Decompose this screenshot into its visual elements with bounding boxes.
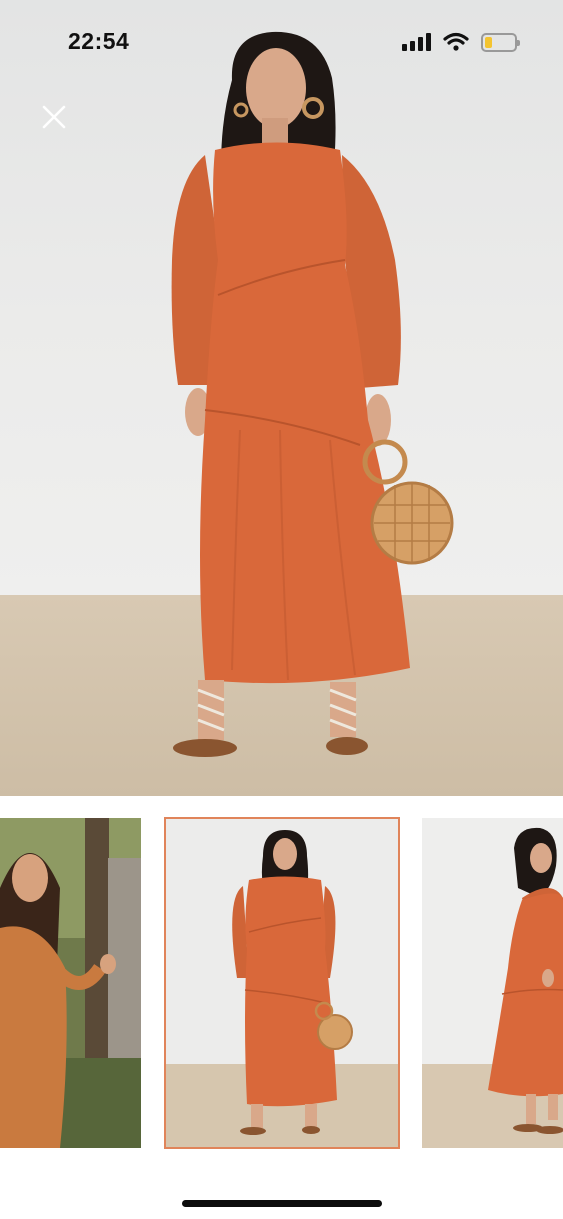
close-icon xyxy=(42,105,66,129)
status-icons xyxy=(402,31,520,53)
thumbnail-outdoor[interactable] xyxy=(0,818,141,1148)
model-figure xyxy=(171,31,454,757)
wifi-icon xyxy=(443,32,469,51)
thumbnail-studio-front[interactable] xyxy=(164,817,400,1149)
home-indicator[interactable] xyxy=(182,1200,382,1207)
thumbnail-studio-side[interactable] xyxy=(422,818,563,1148)
status-bar: 22:54 xyxy=(0,0,563,84)
thumbnail-studio-front-image xyxy=(165,818,399,1148)
thumbnail-outdoor-image xyxy=(0,818,141,1148)
signal-icon xyxy=(402,33,431,51)
battery-level xyxy=(485,36,492,48)
thumbnail-studio-side-image xyxy=(422,818,563,1148)
status-time: 22:54 xyxy=(68,28,130,54)
battery-icon xyxy=(481,32,520,52)
close-button[interactable] xyxy=(38,101,70,133)
main-product-image[interactable] xyxy=(0,0,563,796)
thumbnail-strip xyxy=(0,817,563,1149)
